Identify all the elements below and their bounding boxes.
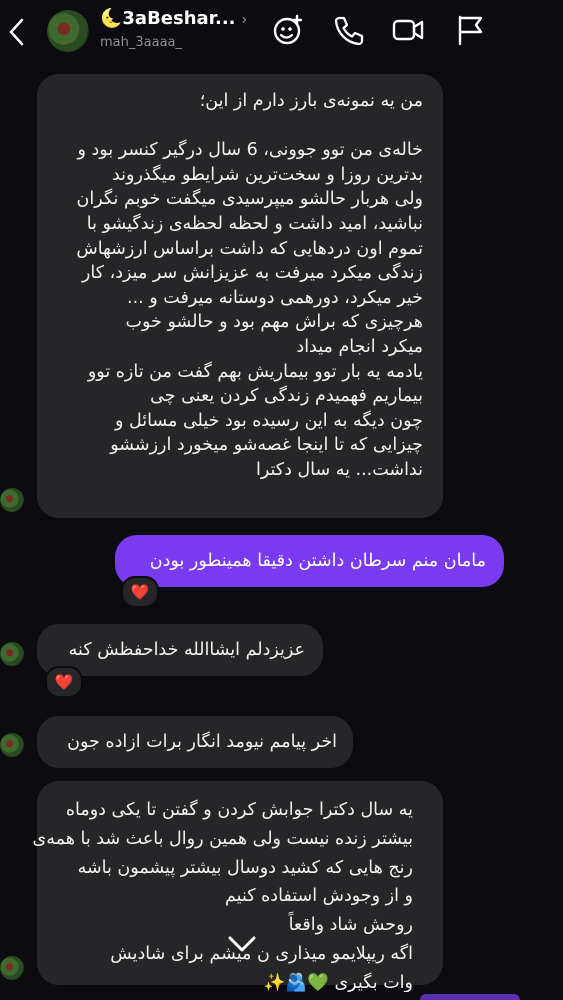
message-line: خیر میکرد، دورهمی دوستانه میرفت و ...	[127, 287, 423, 308]
flag-icon[interactable]	[452, 12, 488, 48]
message-line: چیزایی که تا اینجا غصه‌شو میخورد ارزششو	[110, 435, 423, 456]
message-text: عزیزدلم ایشاالله خداحفظش کنه	[68, 640, 305, 660]
message-line: بدترین روزا و سخت‌ترین شرایطو میگذروند	[111, 164, 423, 185]
message-line: یادمه یه بار توو بیماریش بهم گفت من تازه…	[87, 361, 423, 382]
scroll-down-chevron-icon[interactable]	[222, 926, 262, 962]
message-line: نباشید، امید داشت و لحظه لحظه‌ی زندگیشو …	[86, 213, 423, 234]
heart-reaction[interactable]: ❤️	[121, 576, 159, 608]
contact-name[interactable]: 🌜3aBeshar... ›	[100, 8, 247, 29]
message-line: میکرد انجام میداد	[296, 336, 423, 357]
contact-avatar[interactable]	[47, 10, 89, 52]
back-chevron-icon[interactable]	[4, 14, 30, 50]
message-line	[53, 114, 423, 139]
sender-avatar[interactable]	[0, 733, 24, 757]
incoming-message[interactable]: من یه نمونه‌ی بارز دارم از این؛ خاله‌ی م…	[37, 74, 443, 518]
chevron-right-icon: ›	[241, 12, 248, 28]
effects-icon[interactable]	[270, 12, 306, 48]
outgoing-message-peek	[420, 994, 520, 1000]
message-text: من یه نمونه‌ی بارز دارم از این؛ خاله‌ی م…	[53, 89, 423, 483]
heart-reaction[interactable]: ❤️	[45, 666, 83, 698]
message-line: هرچیزی که براش مهم بود و حالشو خوب	[125, 312, 423, 333]
sender-avatar[interactable]	[0, 956, 24, 980]
message-line: ولی هربار حالشو میپرسیدی میگفت خوبم نگرا…	[76, 189, 423, 210]
message-line: یه سال دکترا جوابش کردن و گفتن تا یکی دو…	[65, 800, 413, 820]
message-line: چون دیگه به این رسیده بود خیلی مسائل و	[114, 410, 423, 431]
message-text: اخر پیامم نیومد انگار برات ازاده جون	[67, 732, 337, 752]
message-line: تموم اون دردهایی که داشت براساس ارزشهاش	[76, 238, 423, 259]
message-line: بیماریم فهمیدم زندگی کردن یعنی چی	[150, 386, 423, 407]
message-line: زندگی میکرد میرفت به عزیزانش سر میزد، کا…	[81, 263, 423, 284]
contact-username: mah_3aaaa_	[100, 35, 183, 50]
incoming-message[interactable]: عزیزدلم ایشاالله خداحفظش کنه	[37, 624, 323, 676]
chat-header: 🌜3aBeshar... › mah_3aaaa_	[0, 0, 563, 64]
message-line: بیشتر زنده نیست ولی همین روال باعث شد با…	[32, 828, 414, 849]
sender-avatar[interactable]	[0, 488, 24, 512]
sender-avatar[interactable]	[0, 642, 24, 666]
message-line: رنج هایی که کشید دوسال بیشتر پیشمون باشه	[77, 857, 413, 878]
incoming-message[interactable]: اخر پیامم نیومد انگار برات ازاده جون	[37, 716, 353, 768]
message-line: خاله‌ی من توو جوونی، 6 سال درگیر کنسر بو…	[77, 140, 423, 161]
phone-icon[interactable]	[330, 12, 366, 48]
message-line: و از وجودش استفاده کنیم	[225, 886, 413, 907]
message-line: نداشت... یه سال دکترا	[255, 459, 423, 480]
message-text: مامان منم سرطان داشتن دقیقا همینطور بودن	[149, 551, 486, 571]
message-text: یه سال دکترا جوابش کردن و گفتن تا یکی دو…	[32, 796, 414, 998]
video-icon[interactable]	[390, 12, 426, 48]
outgoing-message[interactable]: مامان منم سرطان داشتن دقیقا همینطور بودن	[115, 535, 504, 587]
message-line: من یه نمونه‌ی بارز دارم از این؛	[199, 91, 423, 111]
